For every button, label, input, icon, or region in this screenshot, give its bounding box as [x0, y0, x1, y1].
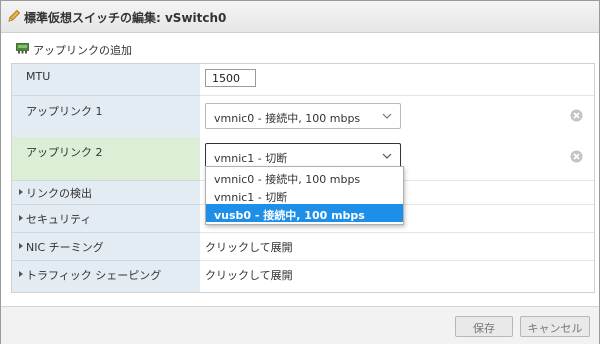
- dialog-titlebar: 標準仮想スイッチの編集: vSwitch0: [1, 1, 599, 33]
- cancel-button[interactable]: キャンセル: [520, 316, 590, 337]
- edit-vswitch-dialog: 標準仮想スイッチの編集: vSwitch0 アップリンクの追加 MTU アップリ…: [0, 0, 600, 344]
- row-uplink-1: アップリンク 1 vmnic0 - 接続中, 100 mbps: [12, 95, 594, 138]
- dropdown-option[interactable]: vmnic0 - 接続中, 100 mbps: [206, 168, 403, 186]
- save-button[interactable]: 保存: [455, 316, 513, 337]
- save-button-label: 保存: [473, 322, 495, 335]
- nic-teaming-expand-text[interactable]: クリックして展開: [205, 239, 293, 255]
- nic-teaming-label: NIC チーミング: [26, 241, 104, 254]
- pencil-icon: [8, 9, 21, 22]
- uplink-2-dropdown-list: vmnic0 - 接続中, 100 mbps vmnic1 - 切断 vusb0…: [205, 166, 404, 225]
- traffic-shaping-expand-text[interactable]: クリックして展開: [205, 267, 293, 283]
- uplink-1-label: アップリンク 1: [26, 105, 103, 118]
- dropdown-option-highlighted[interactable]: vusb0 - 接続中, 100 mbps: [206, 204, 403, 222]
- dropdown-option[interactable]: vmnic1 - 切断: [206, 186, 403, 204]
- add-uplink-label: アップリンクの追加: [33, 44, 132, 57]
- triangle-right-icon: [19, 271, 23, 277]
- chevron-down-icon: [382, 153, 392, 159]
- clear-circle-icon[interactable]: [570, 109, 583, 122]
- cancel-button-label: キャンセル: [527, 322, 583, 335]
- row-nic-teaming[interactable]: NIC チーミング クリックして展開: [12, 232, 594, 261]
- row-traffic-shaping[interactable]: トラフィック シェーピング クリックして展開: [12, 260, 594, 292]
- triangle-right-icon: [19, 243, 23, 249]
- uplink-1-selected-value: vmnic0 - 接続中, 100 mbps: [214, 112, 361, 125]
- row-mtu: MTU: [12, 64, 594, 96]
- uplink-2-label: アップリンク 2: [26, 146, 103, 159]
- mtu-label: MTU: [26, 70, 51, 83]
- uplink-1-select[interactable]: vmnic0 - 接続中, 100 mbps: [205, 103, 401, 129]
- triangle-right-icon: [19, 215, 23, 221]
- mtu-input[interactable]: [205, 69, 256, 87]
- triangle-right-icon: [19, 189, 23, 195]
- dialog-footer: 保存 キャンセル: [1, 306, 599, 344]
- uplink-2-selected-value: vmnic1 - 切断: [214, 152, 288, 165]
- network-adapter-icon: [16, 43, 29, 54]
- chevron-down-icon: [382, 113, 392, 119]
- dialog-title: 標準仮想スイッチの編集: vSwitch0: [24, 11, 227, 25]
- security-label: セキュリティ: [26, 213, 92, 226]
- clear-circle-icon[interactable]: [570, 150, 583, 163]
- link-detection-label: リンクの検出: [26, 187, 92, 200]
- traffic-shaping-label: トラフィック シェーピング: [26, 269, 162, 282]
